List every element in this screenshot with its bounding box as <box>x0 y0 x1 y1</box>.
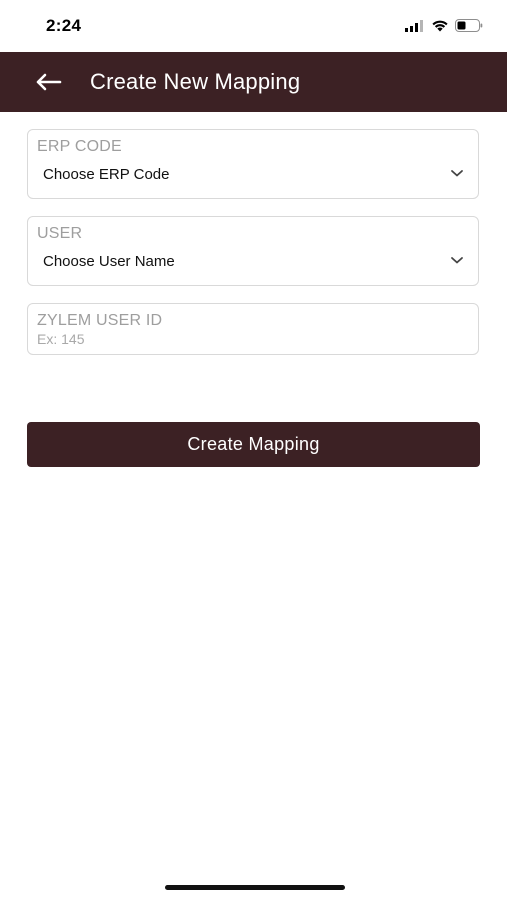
cellular-signal-icon <box>405 19 423 32</box>
zylem-user-id-label: ZYLEM USER ID <box>37 312 163 329</box>
chevron-down-icon <box>451 170 463 177</box>
create-mapping-button[interactable]: Create Mapping <box>27 422 480 467</box>
home-indicator <box>165 885 345 890</box>
battery-icon <box>455 19 483 32</box>
erp-code-label: ERP CODE <box>37 138 122 155</box>
user-value: Choose User Name <box>43 253 175 270</box>
chevron-down-icon <box>451 257 463 264</box>
zylem-user-id-placeholder: Ex: 145 <box>37 331 85 347</box>
back-button[interactable] <box>30 66 66 98</box>
status-icons <box>405 19 483 32</box>
arrow-left-icon <box>36 73 62 91</box>
page-title: Create New Mapping <box>90 69 301 94</box>
zylem-user-id-field[interactable]: ZYLEM USER ID Ex: 145 <box>27 303 479 355</box>
erp-code-value: Choose ERP Code <box>43 166 170 183</box>
app-bar: Create New Mapping <box>0 52 507 112</box>
erp-code-dropdown[interactable]: ERP CODE Choose ERP Code <box>27 129 479 199</box>
status-bar: 2:24 <box>0 0 507 52</box>
user-dropdown[interactable]: USER Choose User Name <box>27 216 479 286</box>
status-time: 2:24 <box>46 16 82 35</box>
wifi-icon <box>432 20 448 32</box>
user-label: USER <box>37 225 83 242</box>
